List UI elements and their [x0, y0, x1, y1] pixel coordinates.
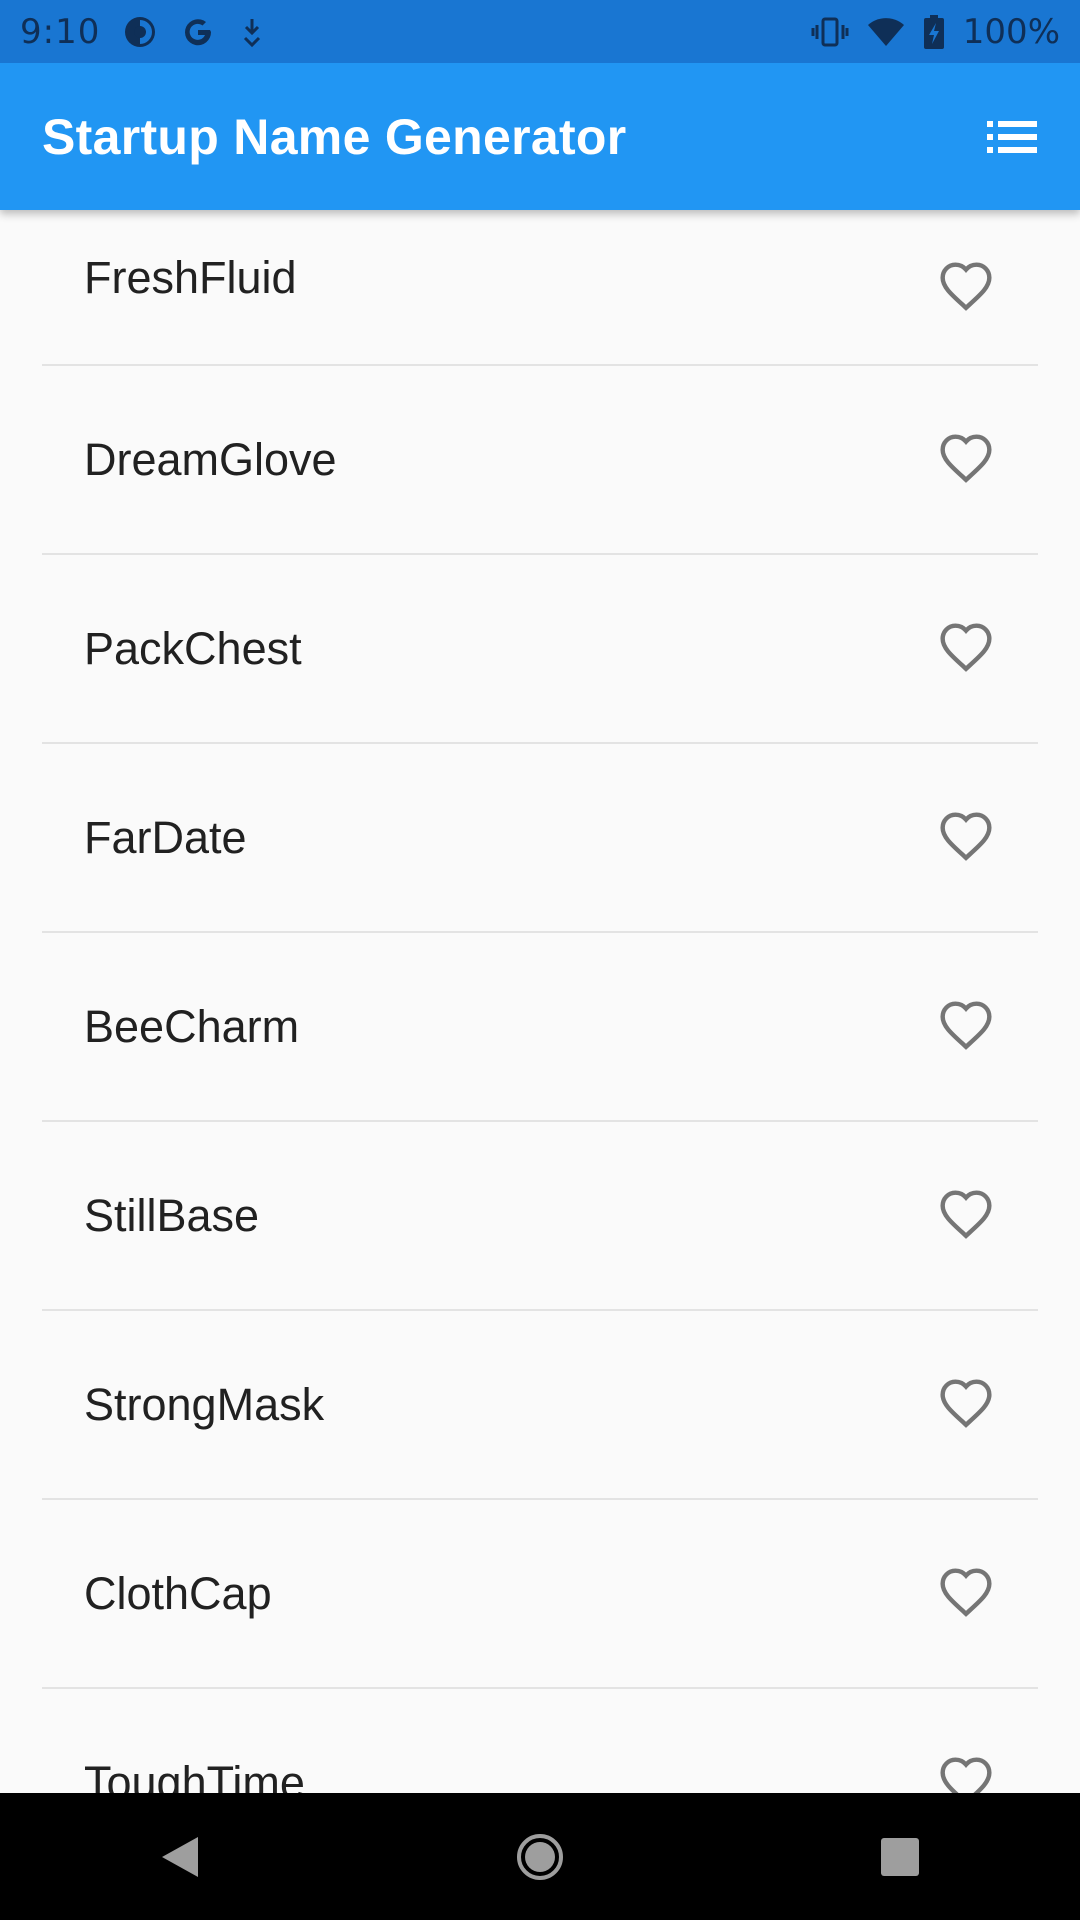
battery-percentage: 100% — [962, 11, 1060, 52]
wifi-icon — [867, 16, 905, 48]
battery-charging-icon — [923, 14, 945, 50]
list-item[interactable]: StillBase — [42, 1122, 1038, 1311]
back-triangle-icon — [162, 1836, 198, 1877]
list-item[interactable]: FreshFluid — [42, 210, 1038, 366]
list-item-label: StrongMask — [84, 1378, 325, 1430]
vibrate-icon — [811, 16, 849, 48]
list-item-label: ToughTime — [84, 1756, 305, 1794]
google-icon — [180, 14, 216, 50]
data-saver-icon — [122, 14, 158, 50]
heart-outline-icon[interactable] — [938, 1755, 994, 1794]
home-circle-icon — [517, 1833, 563, 1880]
list-item[interactable]: FarDate — [42, 744, 1038, 933]
navigation-bar — [0, 1793, 1080, 1920]
heart-outline-icon[interactable] — [938, 432, 994, 488]
recents-button[interactable] — [860, 1817, 940, 1897]
list-item[interactable]: ToughTime — [42, 1689, 1038, 1793]
app-bar: Startup Name Generator — [0, 63, 1080, 210]
screen: 9:10 100% Startup Name Generator FreshFl… — [0, 0, 1080, 1920]
status-time: 9:10 — [20, 11, 101, 52]
name-list[interactable]: FreshFluid DreamGlove PackChest FarDate … — [0, 210, 1080, 1793]
heart-outline-icon[interactable] — [938, 621, 994, 677]
list-item[interactable]: ClothCap — [42, 1500, 1038, 1689]
download-icon — [238, 16, 266, 48]
back-button[interactable] — [140, 1817, 220, 1897]
saved-list-button[interactable] — [982, 107, 1042, 167]
list-item-label: ClothCap — [84, 1567, 272, 1619]
status-bar: 9:10 100% — [0, 0, 1080, 63]
heart-outline-icon[interactable] — [938, 1377, 994, 1433]
recents-square-icon — [881, 1837, 919, 1876]
list-icon — [987, 120, 1037, 153]
app-title: Startup Name Generator — [42, 108, 627, 165]
heart-outline-icon[interactable] — [938, 810, 994, 866]
list-item-label: StillBase — [84, 1189, 260, 1241]
heart-outline-icon[interactable] — [938, 999, 994, 1055]
status-right: 100% — [811, 12, 1060, 52]
list-item-label: FarDate — [84, 811, 247, 863]
list-item-label: PackChest — [84, 622, 302, 674]
status-left: 9:10 — [20, 12, 266, 52]
heart-outline-icon[interactable] — [938, 1188, 994, 1244]
list-item[interactable]: DreamGlove — [42, 366, 1038, 555]
heart-outline-icon[interactable] — [938, 1566, 994, 1622]
list-item[interactable]: PackChest — [42, 555, 1038, 744]
heart-outline-icon[interactable] — [938, 260, 994, 316]
list-item-label: BeeCharm — [84, 1000, 300, 1052]
list-item-label: DreamGlove — [84, 433, 337, 485]
list-item[interactable]: BeeCharm — [42, 933, 1038, 1122]
home-button[interactable] — [500, 1817, 580, 1897]
list-item[interactable]: StrongMask — [42, 1311, 1038, 1500]
list-item-label: FreshFluid — [84, 252, 297, 303]
